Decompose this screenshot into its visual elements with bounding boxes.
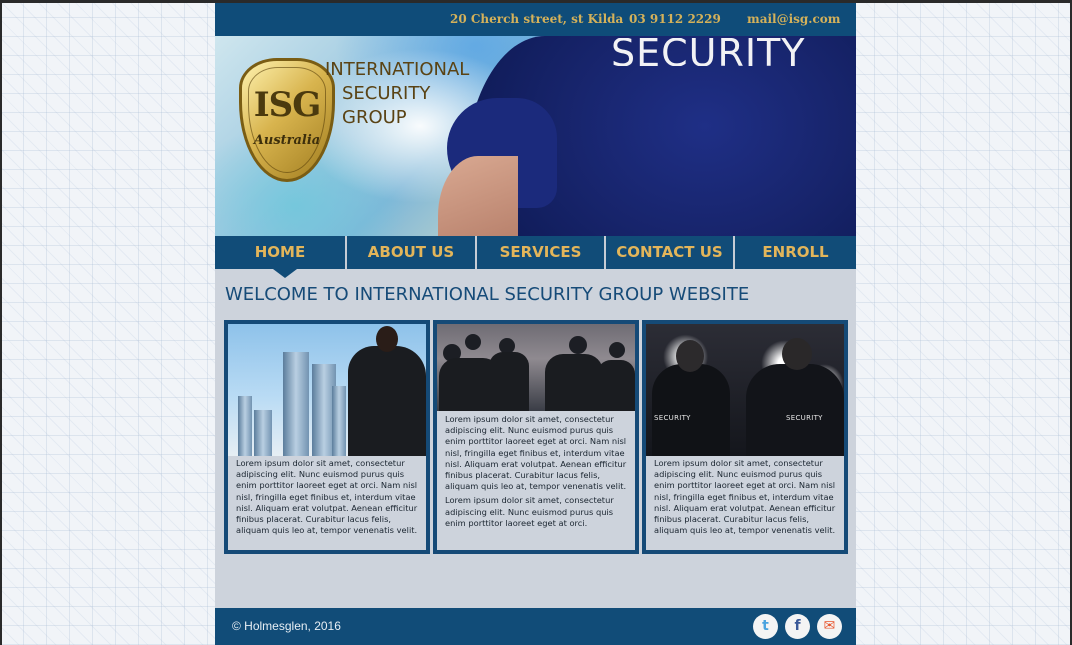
brand-line-3: GROUP [342,107,407,128]
photo-crowd-figure [609,342,625,358]
photo-building [254,410,272,456]
photo-guard-head [676,340,704,372]
isg-logo-shield[interactable]: ISG Australia [239,58,335,182]
event-security-photo: SECURITY SECURITY [646,324,844,456]
page-container: 20 Cherch street, st Kilda 03 9112 2229 … [215,3,856,645]
card-paragraph: Lorem ipsum dolor sit amet, consectetur … [654,458,836,536]
nav-active-indicator [273,269,297,278]
contact-email[interactable]: mail@isg.com [747,12,840,26]
card-paragraph: Lorem ipsum dolor sit amet, consectetur … [445,495,614,528]
photo-officer [597,360,635,411]
window-frame-left [0,0,2,645]
contact-phone: 03 9112 2229 [629,12,721,26]
security-guard-city-photo [228,324,426,456]
twitter-icon[interactable]: t [753,614,778,639]
mail-icon[interactable]: ✉ [817,614,842,639]
photo-crowd-figure [569,336,587,354]
content-card: Lorem ipsum dolor sit amet, consectetur … [433,320,639,554]
photo-officer [489,352,529,411]
card-paragraph: Lorem ipsum dolor sit amet, consectetur … [445,414,627,492]
photo-security-tag: SECURITY [654,414,691,422]
police-crowd-photo [437,324,635,411]
nav-home[interactable]: HOME [215,236,345,269]
contact-address: 20 Cherch street, st Kilda [450,12,624,26]
card-text: Lorem ipsum dolor sit amet, consectetur … [236,458,418,536]
facebook-icon[interactable]: f [785,614,810,639]
content-card: SECURITY SECURITY Lorem ipsum dolor sit … [642,320,848,554]
photo-guard [746,364,844,456]
nav-services[interactable]: SERVICES [477,236,604,269]
photo-guard-head [376,326,398,352]
hero-shirt-text: SECURITY [611,38,806,66]
nav-contact-us[interactable]: CONTACT US [606,236,733,269]
photo-guard [652,364,730,456]
nav-enroll[interactable]: ENROLL [735,236,856,269]
card-text: Lorem ipsum dolor sit amet, consectetur … [654,458,836,536]
brand-name: INTERNATIONAL SECURITY GROUP [325,58,469,130]
footer-copyright: © Holmesglen, 2016 [232,619,341,633]
card-text: Lorem ipsum dolor sit amet, consectetur … [445,414,627,529]
page-title: WELCOME TO INTERNATIONAL SECURITY GROUP … [225,284,750,305]
card-paragraph: Lorem ipsum dolor sit amet, consectetur … [236,458,418,536]
card-body: SECURITY SECURITY Lorem ipsum dolor sit … [646,324,844,550]
photo-building [283,352,309,456]
photo-crowd-figure [465,334,481,350]
photo-security-tag: SECURITY [786,414,823,422]
photo-building [332,386,346,456]
photo-officer [545,354,603,411]
card-body: Lorem ipsum dolor sit amet, consectetur … [437,324,635,550]
contact-bar: 20 Cherch street, st Kilda 03 9112 2229 … [215,3,856,36]
nav-about-us[interactable]: ABOUT US [347,236,475,269]
logo-mark: ISG [253,85,322,125]
main-nav: HOME ABOUT US SERVICES CONTACT US ENROLL [215,236,856,269]
brand-line-2: SECURITY [342,83,431,104]
photo-building [238,396,252,456]
brand-line-1: INTERNATIONAL [325,59,470,80]
card-body: Lorem ipsum dolor sit amet, consectetur … [228,324,426,550]
hero-banner: SECURITY ISG Australia INTERNATIONAL SEC… [215,36,856,236]
content-card: Lorem ipsum dolor sit amet, consectetur … [224,320,430,554]
photo-guard-head [782,338,812,370]
footer: © Holmesglen, 2016 t f ✉ [215,608,856,645]
photo-guard [348,346,426,456]
logo-subtitle: Australia [253,133,321,148]
